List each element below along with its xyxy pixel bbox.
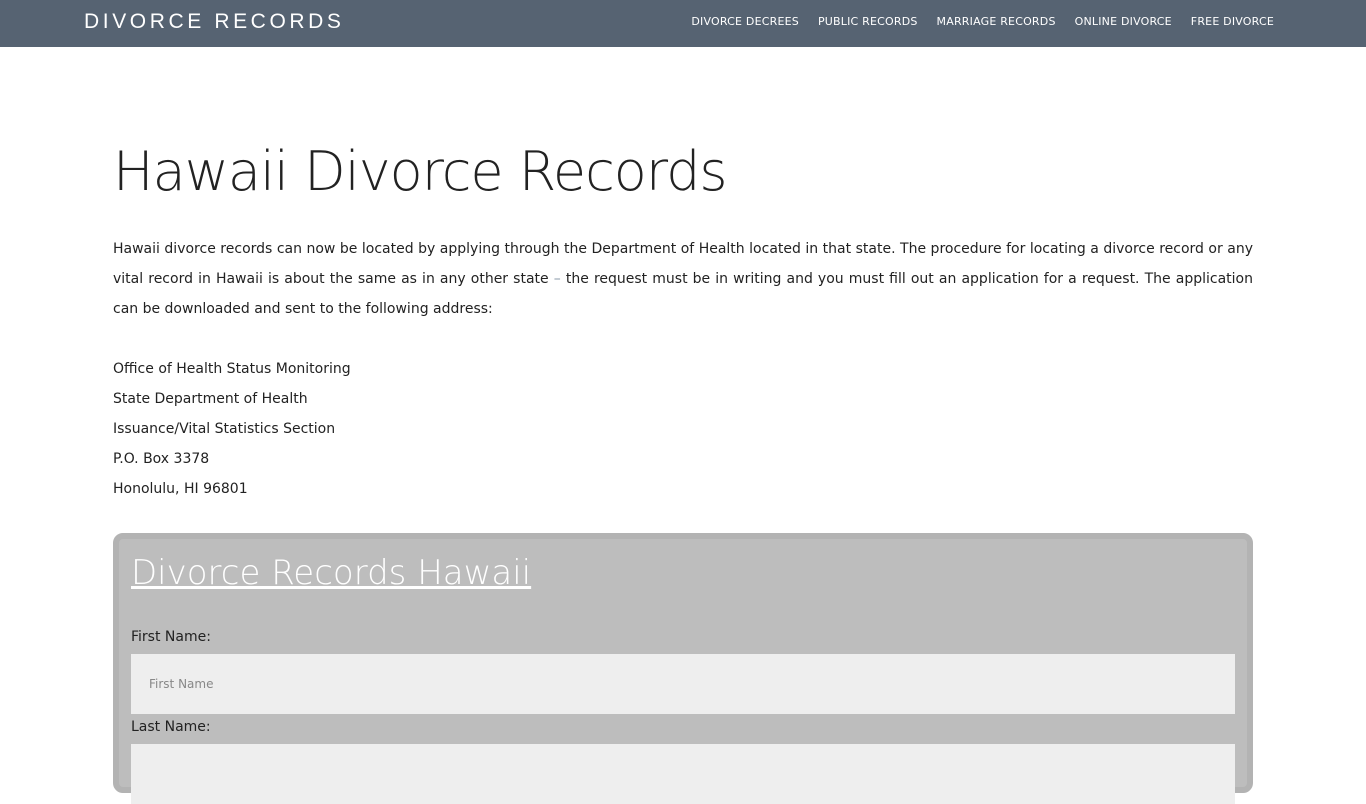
- intro-dash: –: [553, 271, 561, 287]
- top-navigation-bar: DIVORCE RECORDS DIVORCE DECREES PUBLIC R…: [0, 0, 1366, 47]
- address-line-office: Office of Health Status Monitoring: [113, 361, 351, 377]
- first-name-input[interactable]: [131, 654, 1235, 714]
- nav-link-online-divorce[interactable]: ONLINE DIVORCE: [1075, 15, 1172, 28]
- form-title-link[interactable]: Divorce Records Hawaii: [131, 553, 531, 593]
- address-line-department: State Department of Health: [113, 391, 308, 407]
- main-nav: DIVORCE DECREES PUBLIC RECORDS MARRIAGE …: [691, 15, 1274, 28]
- page-title: Hawaii Divorce Records: [113, 140, 728, 203]
- first-name-label: First Name:: [131, 629, 211, 645]
- nav-link-divorce-decrees[interactable]: DIVORCE DECREES: [691, 15, 799, 28]
- search-form-panel: Divorce Records Hawaii First Name: Last …: [113, 533, 1253, 804]
- mailing-address: Office of Health Status Monitoring State…: [113, 354, 351, 504]
- intro-paragraph: Hawaii divorce records can now be locate…: [113, 234, 1253, 324]
- address-line-po-box: P.O. Box 3378: [113, 451, 210, 467]
- nav-link-public-records[interactable]: PUBLIC RECORDS: [818, 15, 918, 28]
- nav-link-free-divorce[interactable]: FREE DIVORCE: [1191, 15, 1274, 28]
- nav-link-marriage-records[interactable]: MARRIAGE RECORDS: [937, 15, 1056, 28]
- address-line-city: Honolulu, HI 96801: [113, 481, 248, 497]
- site-logo-link[interactable]: DIVORCE RECORDS: [84, 10, 345, 34]
- address-line-section: Issuance/Vital Statistics Section: [113, 421, 336, 437]
- last-name-input[interactable]: [131, 744, 1235, 804]
- last-name-label: Last Name:: [131, 719, 211, 735]
